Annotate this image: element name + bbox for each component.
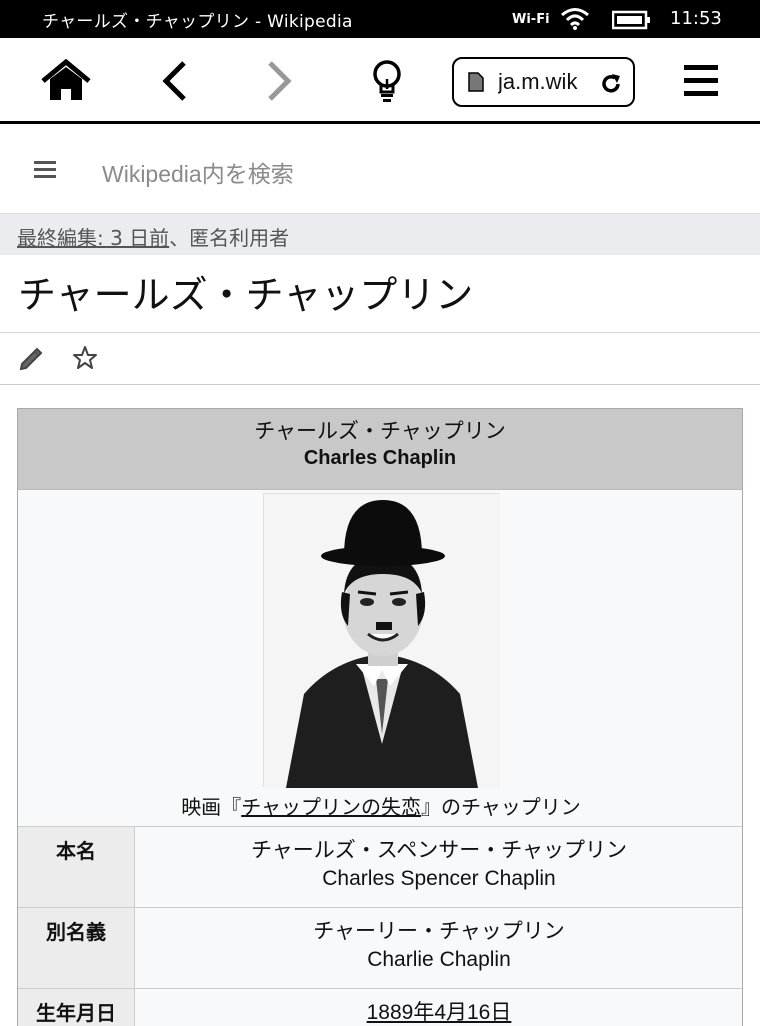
infobox: チャールズ・チャップリン Charles Chaplin 映画『チャップリンの失… [17, 408, 743, 1026]
last-edit-link[interactable]: 最終編集: 3 日前 [17, 226, 169, 250]
clock: 11:53 [670, 8, 722, 29]
portrait-image[interactable] [263, 493, 500, 788]
page-title: チャールズ・チャップリン [18, 273, 474, 317]
infobox-row-alias: 別名義 チャーリー・チャップリン Charlie Chaplin [18, 908, 742, 989]
back-icon [162, 61, 186, 101]
reload-icon[interactable] [599, 72, 623, 96]
status-bar: チャールズ・チャップリン - Wikipedia Wi-Fi 11:53 [0, 0, 760, 38]
lightbulb-icon [373, 60, 401, 102]
search-input[interactable]: Wikipedia内を検索 [102, 155, 294, 189]
alias-en: Charlie Chaplin [367, 948, 511, 971]
row-label: 別名義 [18, 908, 135, 988]
infobox-row-birthdate: 生年月日 1889年4月16日 [18, 989, 742, 1026]
edit-pencil-icon[interactable] [18, 345, 44, 371]
page-actions [0, 333, 760, 385]
home-icon [41, 59, 91, 100]
url-text: ja.m.wik [498, 69, 578, 94]
forward-icon [268, 61, 292, 101]
infobox-title-en: Charles Chaplin [303, 447, 457, 469]
image-caption: 映画『チャップリンの失恋』のチャップリン [181, 795, 581, 819]
back-button[interactable] [146, 56, 202, 106]
reader-button[interactable] [359, 56, 415, 106]
window-title: チャールズ・チャップリン - Wikipedia [42, 12, 353, 32]
page-icon [468, 72, 484, 92]
browser-toolbar: ja.m.wik [0, 38, 760, 124]
battery-icon [612, 10, 650, 30]
url-bar[interactable]: ja.m.wik [452, 57, 635, 107]
watch-star-icon[interactable] [72, 345, 98, 371]
birthdate-link[interactable]: 1889年4月16日 [367, 1001, 512, 1024]
infobox-title-jp: チャールズ・チャップリン [254, 419, 506, 443]
caption-film-link[interactable]: チャップリンの失恋 [241, 795, 421, 819]
row-label: 生年月日 [18, 989, 135, 1026]
infobox-image-cell: 映画『チャップリンの失恋』のチャップリン [18, 490, 742, 827]
menu-button[interactable] [673, 56, 729, 106]
infobox-header: チャールズ・チャップリン Charles Chaplin [18, 409, 742, 490]
wiki-menu-icon[interactable] [34, 161, 56, 179]
row-label: 本名 [18, 827, 135, 907]
wifi-label: Wi-Fi [512, 12, 550, 27]
menu-icon [684, 65, 718, 96]
forward-button[interactable] [252, 56, 308, 106]
wiki-header: Wikipedia内を検索 [0, 127, 760, 213]
wifi-icon [561, 8, 589, 30]
real-name-jp: チャールズ・スペンサー・チャップリン [250, 838, 628, 862]
real-name-en: Charles Spencer Chaplin [322, 867, 556, 890]
infobox-row-real-name: 本名 チャールズ・スペンサー・チャップリン Charles Spencer Ch… [18, 827, 742, 908]
home-button[interactable] [38, 56, 94, 106]
last-edit-bar: 最終編集: 3 日前、匿名利用者 [0, 213, 760, 255]
alias-jp: チャーリー・チャップリン [313, 919, 565, 943]
last-edit-author: 、匿名利用者 [169, 226, 290, 250]
